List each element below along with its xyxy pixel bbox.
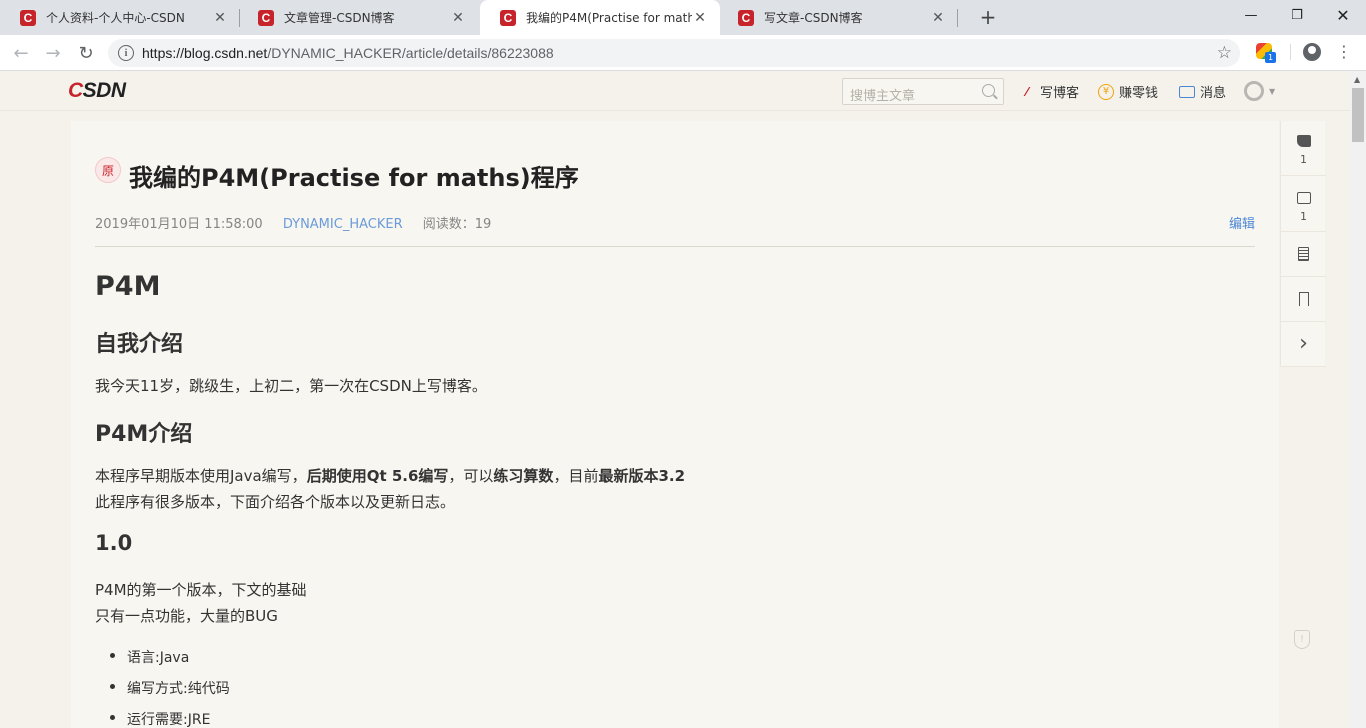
v1-paragraph-line1: P4M的第一个版本，下文的基础 — [95, 581, 307, 599]
account-icon[interactable] — [1303, 43, 1321, 61]
shield-icon[interactable]: ! — [1294, 630, 1310, 649]
heading-p4m-intro: P4M介绍 — [95, 422, 193, 447]
back-arrow-icon[interactable]: ← — [7, 39, 35, 67]
expand-button[interactable]: › — [1281, 322, 1326, 367]
mail-icon — [1179, 85, 1195, 98]
collect-button[interactable] — [1281, 277, 1326, 322]
close-icon[interactable]: ✕ — [930, 10, 946, 26]
tab-article-manage[interactable]: C 文章管理-CSDN博客 ✕ — [238, 0, 478, 35]
chevron-right-icon: › — [1299, 331, 1308, 356]
author-link[interactable]: DYNAMIC_HACKER — [283, 217, 403, 232]
heading-p4m: P4M — [95, 271, 161, 302]
v1-paragraph-line2: 只有一点功能，大量的BUG — [95, 607, 278, 625]
tab-title: 文章管理-CSDN博客 — [284, 11, 395, 25]
article-title: 我编的P4M(Practise for maths)程序 — [129, 164, 579, 192]
earn-money-link[interactable]: ¥ 赚零钱 — [1098, 82, 1158, 101]
csdn-header: CSDN 搜博主文章 ⁄ 写博客 ¥ 赚零钱 消息 ▼ — [0, 71, 1350, 111]
url-text[interactable]: https://blog.csdn.net/DYNAMIC_HACKER/art… — [142, 45, 554, 61]
forward-arrow-icon[interactable]: → — [39, 39, 67, 67]
extension-icon[interactable]: 1 — [1256, 43, 1276, 63]
thumbs-up-icon — [1296, 135, 1311, 147]
tab-title: 我编的P4M(Practise for maths)程序-CSDN博客 — [526, 11, 692, 25]
toolbar-separator — [1290, 44, 1291, 60]
maximize-icon[interactable]: ❐ — [1274, 0, 1320, 30]
intro-paragraph: 我今天11岁，跳级生，上初二，第一次在CSDN上写博客。 — [95, 377, 487, 395]
search-input[interactable]: 搜博主文章 — [850, 85, 915, 104]
tab-separator — [957, 9, 958, 27]
close-icon[interactable]: ✕ — [212, 10, 228, 26]
csdn-favicon-icon: C — [738, 9, 754, 26]
reload-icon[interactable]: ↻ — [72, 39, 100, 67]
search-icon[interactable] — [982, 84, 995, 97]
p4m-paragraph-line2: 此程序有很多版本，下面介绍各个版本以及更新日志。 — [95, 493, 456, 511]
title-divider — [95, 246, 1255, 247]
scroll-up-arrow-icon[interactable]: ▲ — [1354, 75, 1360, 84]
tab-title: 写文章-CSDN博客 — [764, 11, 863, 25]
tab-current-article[interactable]: C 我编的P4M(Practise for maths)程序-CSDN博客 ✕ — [480, 0, 720, 35]
list-item: 语言:Java — [109, 647, 189, 667]
like-button[interactable]: 1 — [1281, 121, 1326, 176]
extension-badge: 1 — [1265, 52, 1276, 63]
csdn-favicon-icon: C — [500, 9, 516, 26]
coin-icon: ¥ — [1098, 83, 1114, 100]
toc-button[interactable] — [1281, 232, 1326, 277]
comment-icon — [1296, 192, 1311, 204]
avatar[interactable] — [1244, 81, 1264, 101]
more-vert-icon[interactable]: ⋮ — [1336, 42, 1352, 62]
scroll-thumb[interactable] — [1352, 88, 1364, 142]
address-bar[interactable]: i https://blog.csdn.net/DYNAMIC_HACKER/a… — [108, 39, 1240, 67]
csdn-favicon-icon: C — [258, 9, 274, 26]
read-count: 阅读数：19 — [422, 217, 492, 232]
list-item: 编写方式:纯代码 — [110, 678, 230, 698]
article-toolbox: 1 1 › — [1280, 121, 1326, 367]
csdn-logo[interactable]: CSDN — [68, 79, 126, 103]
tab-title: 个人资料-个人中心-CSDN — [46, 11, 185, 25]
heading-self-intro: 自我介绍 — [95, 332, 184, 357]
site-info-icon[interactable]: i — [118, 45, 134, 61]
p4m-paragraph-line1: 本程序早期版本使用Java编写，后期使用Qt 5.6编写，可以练习算数，目前最新… — [95, 467, 686, 485]
messages-link[interactable]: 消息 — [1179, 82, 1226, 101]
new-tab-plus-icon[interactable]: + — [976, 5, 1000, 29]
comment-button[interactable]: 1 — [1281, 176, 1326, 232]
comment-count: 1 — [1300, 210, 1307, 223]
original-badge: 原 — [95, 157, 121, 183]
edit-link[interactable]: 编辑 — [1229, 213, 1255, 232]
heading-version-1: 1.0 — [95, 531, 133, 555]
minimize-icon[interactable]: — — [1228, 0, 1274, 30]
tab-strip: C 个人资料-个人中心-CSDN ✕ C 文章管理-CSDN博客 ✕ C 我编的… — [0, 0, 1366, 35]
list-icon — [1298, 247, 1309, 261]
like-count: 1 — [1300, 153, 1307, 166]
blog-search-box[interactable]: 搜博主文章 — [842, 78, 1004, 105]
publish-date: 2019年01月10日 11:58:00 — [95, 217, 263, 232]
csdn-favicon-icon: C — [20, 9, 36, 26]
bookmark-star-icon[interactable]: ☆ — [1217, 43, 1232, 63]
close-icon[interactable]: ✕ — [692, 10, 708, 26]
write-blog-link[interactable]: ⁄ 写博客 — [1019, 82, 1079, 102]
browser-toolbar: ← → ↻ i https://blog.csdn.net/DYNAMIC_HA… — [0, 35, 1366, 71]
page-scrollbar[interactable]: ▲ — [1350, 71, 1366, 728]
article-card: 原 我编的P4M(Practise for maths)程序 2019年01月1… — [71, 121, 1279, 728]
tab-write-article[interactable]: C 写文章-CSDN博客 ✕ — [718, 0, 958, 35]
caret-down-icon[interactable]: ▼ — [1269, 87, 1275, 96]
window-close-icon[interactable]: ✕ — [1320, 0, 1366, 30]
close-icon[interactable]: ✕ — [450, 10, 466, 26]
article-meta: 2019年01月10日 11:58:00 DYNAMIC_HACKER 阅读数：… — [95, 213, 491, 232]
bookmark-icon — [1298, 292, 1309, 306]
tab-profile[interactable]: C 个人资料-个人中心-CSDN ✕ — [0, 0, 240, 35]
pen-icon: ⁄ — [1025, 84, 1028, 99]
list-item: 运行需要:JRE — [109, 709, 210, 728]
